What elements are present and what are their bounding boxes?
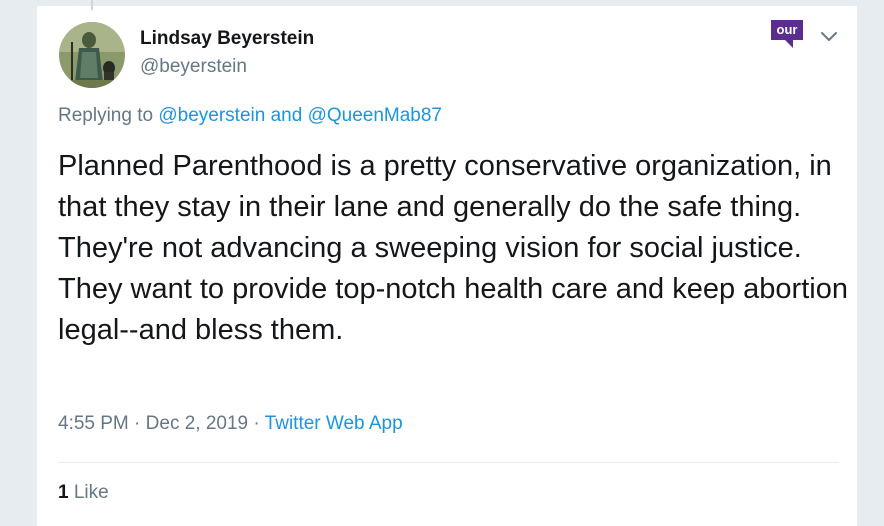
chevron-down-icon — [821, 32, 837, 41]
author-display-name[interactable]: Lindsay Beyerstein — [140, 28, 314, 50]
reply-and-label: and — [270, 105, 303, 126]
more-options-button[interactable] — [819, 26, 839, 46]
like-label: Like — [73, 482, 109, 503]
author-handle[interactable]: @beyerstein — [140, 56, 247, 78]
thread-connector-line — [91, 0, 93, 10]
reply-user-link-1[interactable]: @beyerstein — [158, 105, 265, 126]
avatar[interactable] — [59, 22, 125, 88]
tweet-text: Planned Parenthood is a pretty conservat… — [58, 150, 848, 346]
reply-user-link-2[interactable]: @QueenMab87 — [308, 105, 442, 126]
like-count: 1 — [58, 482, 69, 503]
meta-separator: · — [253, 413, 260, 434]
avatar-image — [59, 22, 125, 88]
tweet-card: Lindsay Beyerstein @beyerstein our Reply… — [36, 0, 858, 526]
stats-divider — [58, 462, 839, 463]
replying-to-label: Replying to — [58, 105, 154, 126]
tweet-date[interactable]: Dec 2, 2019 — [146, 413, 248, 434]
meta-separator: · — [134, 413, 141, 434]
brand-badge[interactable]: our — [771, 20, 803, 48]
replying-to-line: Replying to @beyerstein and @QueenMab87 — [58, 105, 442, 127]
tweet-metadata: 4:55 PM · Dec 2, 2019 · Twitter Web App — [58, 413, 403, 435]
tweet-source-link[interactable]: Twitter Web App — [265, 413, 403, 434]
likes-stat[interactable]: 1 Like — [58, 482, 109, 504]
badge-label: our — [776, 22, 798, 37]
tweet-time[interactable]: 4:55 PM — [58, 413, 129, 434]
